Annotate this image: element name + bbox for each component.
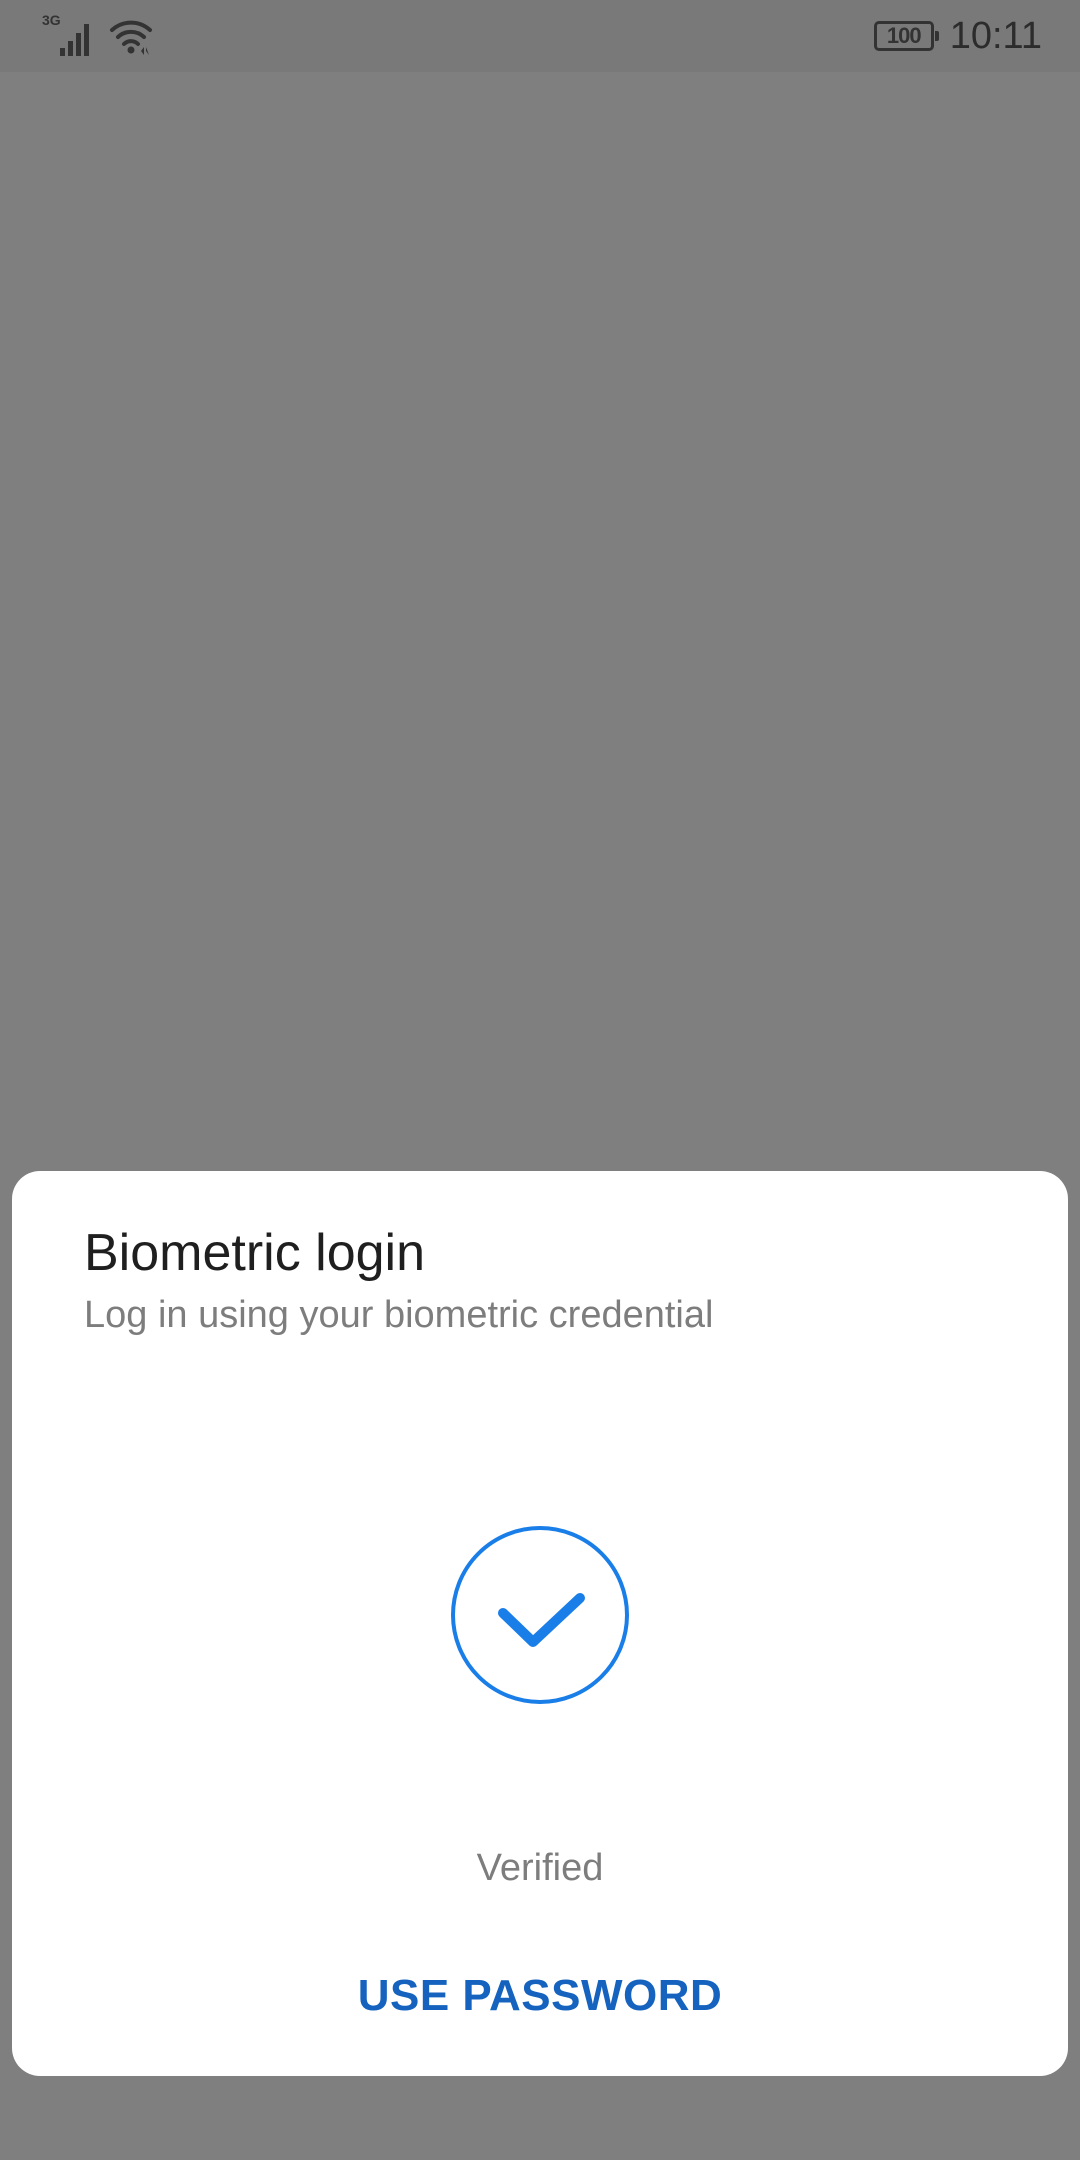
battery-icon: 100 <box>873 21 939 51</box>
use-password-button[interactable]: USE PASSWORD <box>340 1961 740 2031</box>
verified-status-icon <box>450 1525 630 1705</box>
verification-status-text: Verified <box>476 1847 604 1889</box>
checkmark-circle-icon <box>451 1526 629 1704</box>
clock: 10:11 <box>949 14 1042 57</box>
signal-bars-icon <box>60 24 89 56</box>
wifi-icon <box>110 20 152 55</box>
signal-indicator: 3G <box>42 12 96 58</box>
battery-level: 100 <box>886 23 922 48</box>
dialog-subtitle: Log in using your biometric credential <box>84 1294 714 1336</box>
dialog-title: Biometric login <box>84 1224 426 1282</box>
biometric-dialog: Biometric login Log in using your biomet… <box>12 1171 1068 2076</box>
status-bar: 3G 100 10:11 <box>0 0 1080 72</box>
status-right: 100 10:11 <box>873 10 1042 62</box>
status-left: 3G <box>42 12 156 58</box>
wifi-indicator <box>108 14 156 58</box>
